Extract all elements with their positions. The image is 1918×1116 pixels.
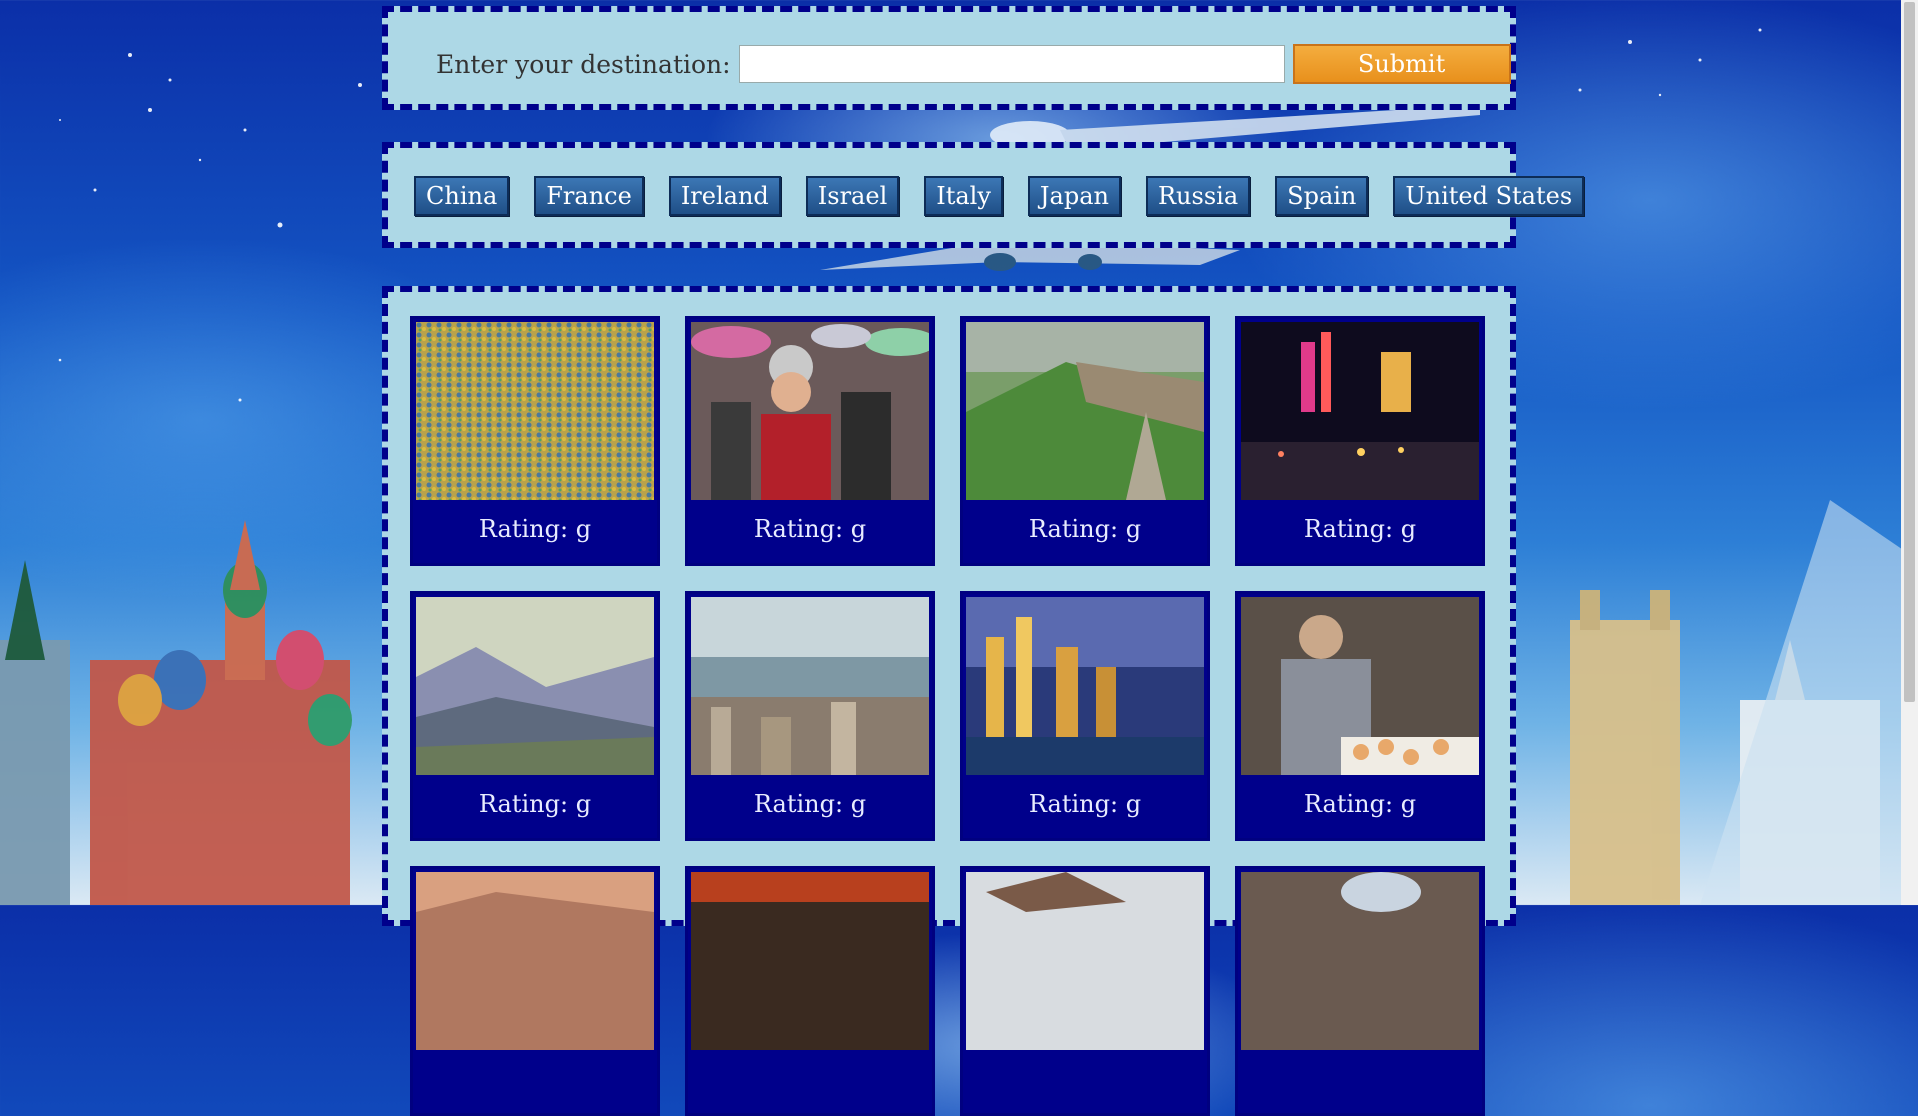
result-card[interactable] <box>1235 866 1485 1116</box>
result-card[interactable] <box>685 866 935 1116</box>
thumbnail-image[interactable] <box>1241 322 1479 500</box>
result-card[interactable]: Rating: g <box>410 316 660 566</box>
country-button-ireland[interactable]: Ireland <box>668 176 781 216</box>
results-panel: Rating: g Rating: g Rating: g Rating: g … <box>382 286 1516 1116</box>
result-card[interactable]: Rating: g <box>685 316 935 566</box>
scrollbar-thumb[interactable] <box>1904 2 1915 702</box>
search-row: Enter your destination: Submit <box>436 44 1511 84</box>
thumbnail-image[interactable] <box>416 322 654 500</box>
country-button-france[interactable]: France <box>534 176 644 216</box>
country-button-italy[interactable]: Italy <box>924 176 1003 216</box>
rating-label: Rating: g <box>1303 790 1417 818</box>
rating-label: Rating: g <box>1303 515 1417 543</box>
result-card[interactable]: Rating: g <box>1235 316 1485 566</box>
result-card[interactable]: Rating: g <box>1235 591 1485 841</box>
country-button-row: China France Ireland Israel Italy Japan … <box>414 176 1609 216</box>
search-panel: Enter your destination: Submit <box>382 6 1516 110</box>
rating-label: Rating: g <box>1028 790 1142 818</box>
thumbnail-image[interactable] <box>966 322 1204 500</box>
rating-label: Rating: g <box>478 515 592 543</box>
country-button-russia[interactable]: Russia <box>1145 176 1251 216</box>
thumbnail-image[interactable] <box>416 597 654 775</box>
result-card[interactable] <box>960 866 1210 1116</box>
country-panel: China France Ireland Israel Italy Japan … <box>382 142 1585 248</box>
thumbnail-image[interactable] <box>416 872 654 1050</box>
thumbnail-image[interactable] <box>1241 872 1479 1050</box>
results-grid: Rating: g Rating: g Rating: g Rating: g … <box>410 316 1485 1116</box>
country-button-israel[interactable]: Israel <box>805 176 900 216</box>
rating-label: Rating: g <box>753 515 867 543</box>
page-scrollbar[interactable] <box>1901 0 1918 905</box>
thumbnail-image[interactable] <box>966 597 1204 775</box>
thumbnail-image[interactable] <box>691 872 929 1050</box>
submit-button[interactable]: Submit <box>1292 44 1511 84</box>
result-card[interactable]: Rating: g <box>960 591 1210 841</box>
rating-label: Rating: g <box>753 790 867 818</box>
country-button-united-states[interactable]: United States <box>1393 176 1585 216</box>
rating-label: Rating: g <box>478 790 592 818</box>
destination-input[interactable] <box>738 45 1285 83</box>
search-label: Enter your destination: <box>436 49 731 79</box>
result-card[interactable]: Rating: g <box>685 591 935 841</box>
result-card[interactable]: Rating: g <box>960 316 1210 566</box>
result-card[interactable] <box>410 866 660 1116</box>
country-button-china[interactable]: China <box>414 176 510 216</box>
thumbnail-image[interactable] <box>966 872 1204 1050</box>
thumbnail-image[interactable] <box>1241 597 1479 775</box>
thumbnail-image[interactable] <box>691 322 929 500</box>
rating-label: Rating: g <box>1028 515 1142 543</box>
result-card[interactable]: Rating: g <box>410 591 660 841</box>
country-button-spain[interactable]: Spain <box>1275 176 1369 216</box>
country-button-japan[interactable]: Japan <box>1027 176 1121 216</box>
thumbnail-image[interactable] <box>691 597 929 775</box>
